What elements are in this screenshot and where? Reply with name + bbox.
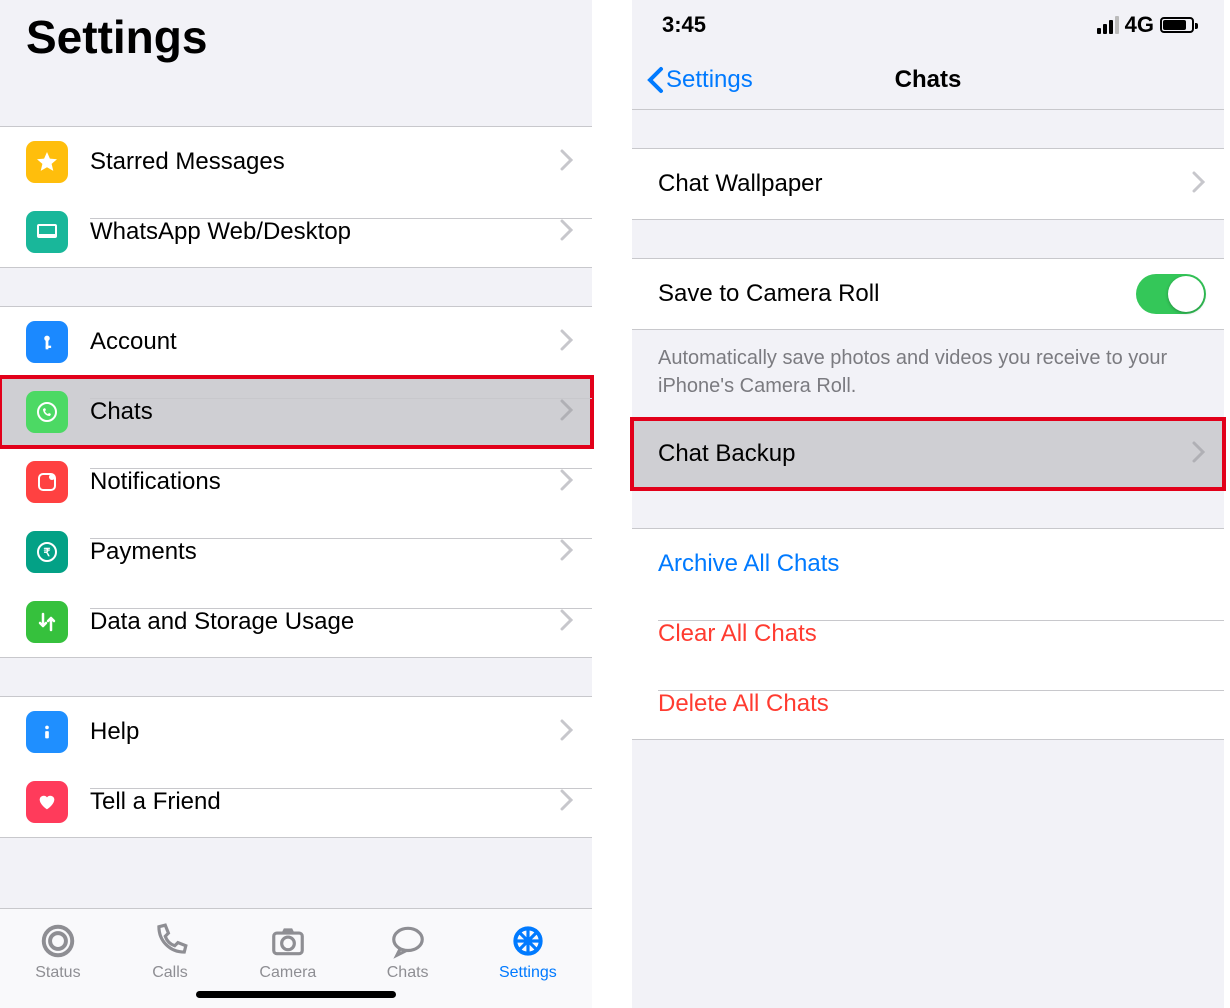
row-label: Delete All Chats (658, 690, 829, 718)
heart-icon (26, 781, 68, 823)
chevron-right-icon (560, 219, 574, 246)
row-delete-all[interactable]: Delete All Chats (632, 669, 1224, 739)
star-icon (26, 141, 68, 183)
settings-screen: Settings Starred Messages WhatsApp Web/D… (0, 0, 592, 1008)
chevron-right-icon (560, 399, 574, 426)
chevron-right-icon (560, 719, 574, 746)
tab-label: Calls (152, 964, 188, 982)
status-time: 3:45 (662, 12, 706, 38)
signal-icon (1097, 16, 1119, 34)
row-label: Account (90, 328, 177, 356)
settings-group-3: Help Tell a Friend (0, 696, 592, 838)
row-notifications[interactable]: Notifications (0, 447, 592, 517)
row-clear-all[interactable]: Clear All Chats (632, 599, 1224, 669)
camera-roll-section: Save to Camera Roll (632, 258, 1224, 330)
chevron-right-icon (560, 149, 574, 176)
chevron-right-icon (1192, 171, 1206, 198)
row-chat-wallpaper[interactable]: Chat Wallpaper (632, 149, 1224, 219)
tab-label: Status (35, 964, 80, 982)
key-icon (26, 321, 68, 363)
tab-settings[interactable]: Settings (499, 922, 557, 982)
camera-roll-footer: Automatically save photos and videos you… (632, 330, 1224, 418)
rupee-icon: ₹ (26, 531, 68, 573)
whatsapp-icon (26, 391, 68, 433)
row-label: Starred Messages (90, 148, 285, 176)
tab-label: Chats (387, 964, 429, 982)
back-label: Settings (666, 66, 753, 94)
chevron-right-icon (560, 469, 574, 496)
row-label: Help (90, 718, 139, 746)
row-whatsapp-web[interactable]: WhatsApp Web/Desktop (0, 197, 592, 267)
wallpaper-section: Chat Wallpaper (632, 148, 1224, 220)
row-label: Payments (90, 538, 197, 566)
back-button[interactable]: Settings (646, 66, 753, 94)
row-label: Chat Wallpaper (658, 170, 823, 198)
chevron-right-icon (560, 609, 574, 636)
row-payments[interactable]: ₹ Payments (0, 517, 592, 587)
row-label: Save to Camera Roll (658, 280, 879, 308)
tab-status[interactable]: Status (35, 922, 80, 982)
row-label: Chat Backup (658, 440, 795, 468)
tab-label: Camera (259, 964, 316, 982)
tab-camera[interactable]: Camera (259, 922, 316, 982)
row-save-camera-roll[interactable]: Save to Camera Roll (632, 259, 1224, 329)
battery-icon (1160, 17, 1194, 33)
row-data-storage[interactable]: Data and Storage Usage (0, 587, 592, 657)
data-icon (26, 601, 68, 643)
row-label: Chats (90, 398, 153, 426)
row-account[interactable]: Account (0, 307, 592, 377)
save-camera-toggle[interactable] (1136, 274, 1206, 314)
chevron-right-icon (560, 329, 574, 356)
row-tell-friend[interactable]: Tell a Friend (0, 767, 592, 837)
backup-section: Chat Backup (632, 418, 1224, 490)
chevron-right-icon (1192, 441, 1206, 468)
row-help[interactable]: Help (0, 697, 592, 767)
row-label: Archive All Chats (658, 550, 839, 578)
row-chats[interactable]: Chats (0, 377, 592, 447)
chevron-right-icon (560, 789, 574, 816)
row-starred-messages[interactable]: Starred Messages (0, 127, 592, 197)
status-bar: 3:45 4G (632, 0, 1224, 50)
settings-group-1: Starred Messages WhatsApp Web/Desktop (0, 126, 592, 268)
network-label: 4G (1125, 12, 1154, 38)
tab-label: Settings (499, 964, 557, 982)
svg-text:₹: ₹ (44, 547, 51, 559)
row-label: Data and Storage Usage (90, 608, 354, 636)
actions-section: Archive All Chats Clear All Chats Delete… (632, 528, 1224, 740)
tab-chats[interactable]: Chats (387, 922, 429, 982)
page-title: Chats (895, 66, 962, 94)
chats-settings-screen: 3:45 4G Settings Chats Chat Wallpaper (632, 0, 1224, 1008)
home-indicator[interactable] (196, 991, 396, 998)
row-chat-backup[interactable]: Chat Backup (632, 419, 1224, 489)
row-archive-all[interactable]: Archive All Chats (632, 529, 1224, 599)
page-title: Settings (0, 0, 592, 88)
row-label: Tell a Friend (90, 788, 221, 816)
desktop-icon (26, 211, 68, 253)
settings-group-2: Account Chats Notifications (0, 306, 592, 658)
notification-icon (26, 461, 68, 503)
tab-calls[interactable]: Calls (151, 922, 189, 982)
row-label: Clear All Chats (658, 620, 817, 648)
info-icon (26, 711, 68, 753)
row-label: Notifications (90, 468, 221, 496)
chevron-right-icon (560, 539, 574, 566)
row-label: WhatsApp Web/Desktop (90, 218, 351, 246)
nav-bar: Settings Chats (632, 50, 1224, 110)
